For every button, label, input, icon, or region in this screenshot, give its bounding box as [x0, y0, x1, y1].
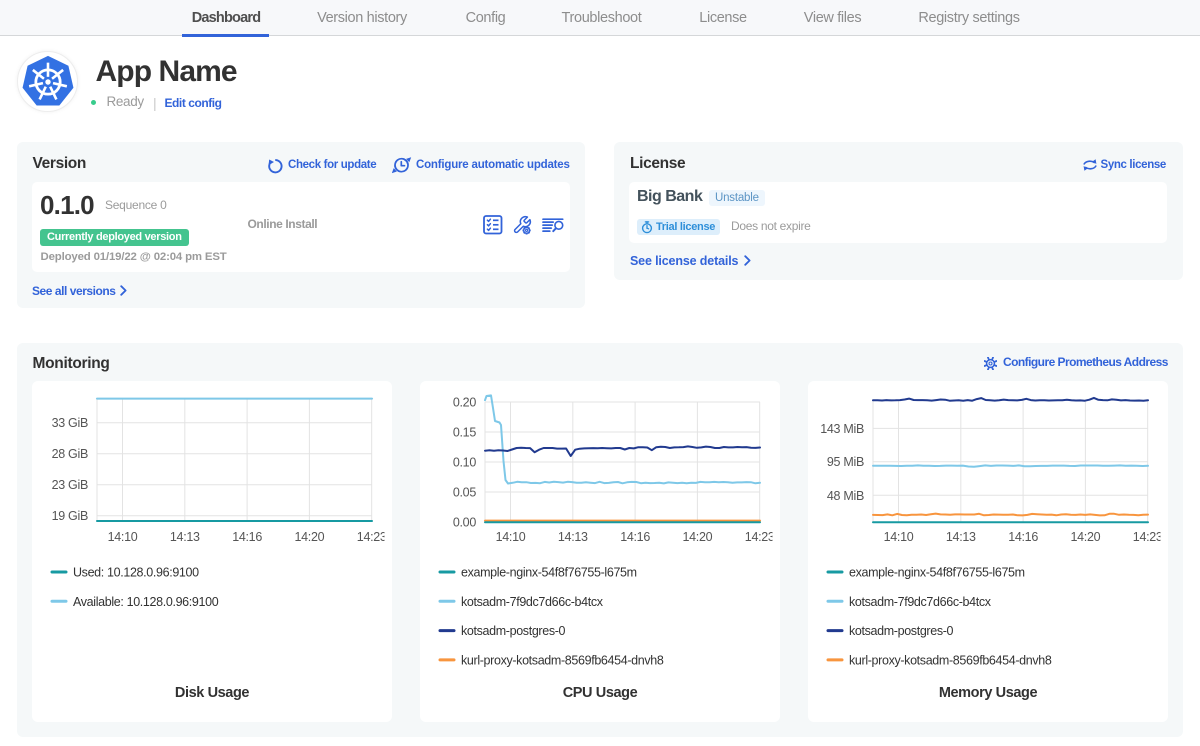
- svg-text:23 GiB: 23 GiB: [52, 478, 88, 492]
- svg-text:kotsadm-postgres-0: kotsadm-postgres-0: [461, 624, 566, 638]
- svg-text:14:20: 14:20: [1071, 530, 1101, 544]
- svg-text:14:10: 14:10: [884, 530, 914, 544]
- svg-text:14:20: 14:20: [683, 530, 713, 544]
- svg-text:14:10: 14:10: [496, 530, 526, 544]
- svg-text:33 GiB: 33 GiB: [52, 416, 88, 430]
- svg-text:14:16: 14:16: [232, 530, 262, 544]
- svg-text:14:20: 14:20: [295, 530, 325, 544]
- svg-text:CPU Usage: CPU Usage: [563, 685, 638, 701]
- svg-text:14:16: 14:16: [1008, 530, 1038, 544]
- svg-text:143 MiB: 143 MiB: [820, 422, 864, 436]
- svg-text:kotsadm-postgres-0: kotsadm-postgres-0: [849, 624, 954, 638]
- svg-text:14:23: 14:23: [1133, 530, 1163, 544]
- svg-text:0.20: 0.20: [453, 396, 476, 410]
- svg-text:14:23: 14:23: [745, 530, 775, 544]
- svg-text:kurl-proxy-kotsadm-8569fb6454-: kurl-proxy-kotsadm-8569fb6454-dnvh8: [849, 653, 1052, 667]
- svg-text:kurl-proxy-kotsadm-8569fb6454-: kurl-proxy-kotsadm-8569fb6454-dnvh8: [461, 653, 664, 667]
- svg-text:14:13: 14:13: [170, 530, 200, 544]
- svg-text:0.15: 0.15: [453, 426, 476, 440]
- svg-text:0.05: 0.05: [453, 486, 476, 500]
- svg-text:14:23: 14:23: [357, 530, 387, 544]
- svg-text:28 GiB: 28 GiB: [52, 447, 88, 461]
- svg-text:14:13: 14:13: [558, 530, 588, 544]
- svg-text:0.00: 0.00: [453, 516, 476, 530]
- svg-text:Used: 10.128.0.96:9100: Used: 10.128.0.96:9100: [73, 566, 199, 580]
- svg-text:example-nginx-54f8f76755-l675m: example-nginx-54f8f76755-l675m: [461, 566, 637, 580]
- svg-text:0.10: 0.10: [453, 456, 476, 470]
- svg-text:95 MiB: 95 MiB: [827, 455, 864, 469]
- svg-text:14:10: 14:10: [108, 530, 138, 544]
- svg-text:Memory Usage: Memory Usage: [939, 685, 1038, 701]
- svg-text:example-nginx-54f8f76755-l675m: example-nginx-54f8f76755-l675m: [849, 566, 1025, 580]
- svg-text:14:13: 14:13: [946, 530, 976, 544]
- svg-text:Disk Usage: Disk Usage: [175, 685, 250, 701]
- svg-text:19 GiB: 19 GiB: [52, 509, 88, 523]
- svg-text:Available: 10.128.0.96:9100: Available: 10.128.0.96:9100: [73, 595, 219, 609]
- svg-text:48 MiB: 48 MiB: [827, 489, 864, 503]
- svg-text:kotsadm-7f9dc7d66c-b4tcx: kotsadm-7f9dc7d66c-b4tcx: [461, 595, 604, 609]
- svg-text:14:16: 14:16: [620, 530, 650, 544]
- svg-text:kotsadm-7f9dc7d66c-b4tcx: kotsadm-7f9dc7d66c-b4tcx: [849, 595, 992, 609]
